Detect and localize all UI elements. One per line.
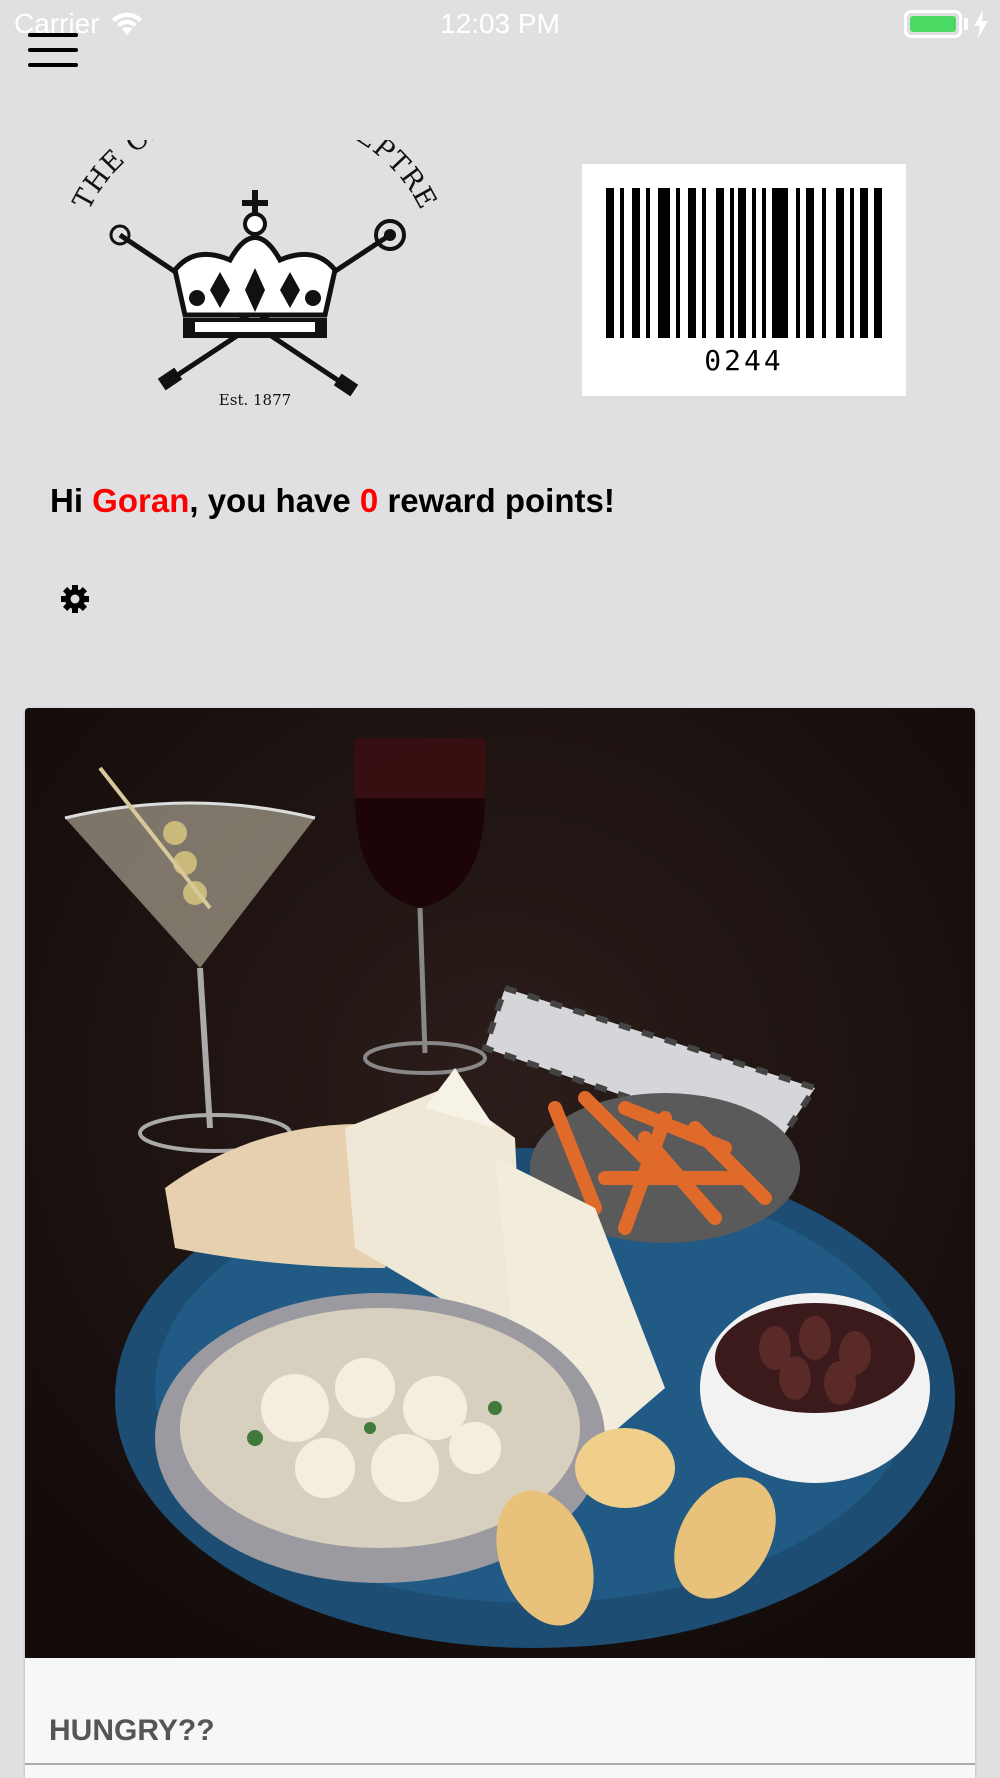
status-bar: Carrier 12:03 PM <box>0 0 1000 50</box>
card-divider <box>25 1763 975 1765</box>
charging-bolt-icon <box>974 10 988 38</box>
food-platter-image <box>25 708 975 1658</box>
status-time: 12:03 PM <box>440 8 560 39</box>
menu-line <box>28 33 78 37</box>
barcode-number: 0244 <box>704 344 784 377</box>
greeting-prefix: Hi <box>50 482 93 519</box>
user-name: Goran <box>92 482 190 519</box>
menu-line <box>28 63 78 67</box>
reward-greeting: Hi Goran, you have 0 reward points! <box>50 482 615 520</box>
crown-and-sceptre-logo: THE CROWN and SCEPTRE Est. 1877 <box>67 140 442 409</box>
membership-barcode[interactable]: 0244 <box>582 164 906 396</box>
greeting-middle: , you have <box>189 482 360 519</box>
gear-icon[interactable] <box>60 584 90 614</box>
menu-line <box>28 48 78 52</box>
menu-button[interactable] <box>28 30 78 70</box>
promo-card[interactable]: HUNGRY?? <box>25 708 975 1778</box>
battery-icon <box>904 10 962 38</box>
barcode-bars <box>606 188 882 338</box>
greeting-suffix: reward points! <box>378 482 615 519</box>
battery-cap <box>964 18 968 30</box>
reward-points: 0 <box>359 482 379 519</box>
logo-text-bottom: Est. 1877 <box>219 391 291 409</box>
card-title: HUNGRY?? <box>49 1714 215 1747</box>
